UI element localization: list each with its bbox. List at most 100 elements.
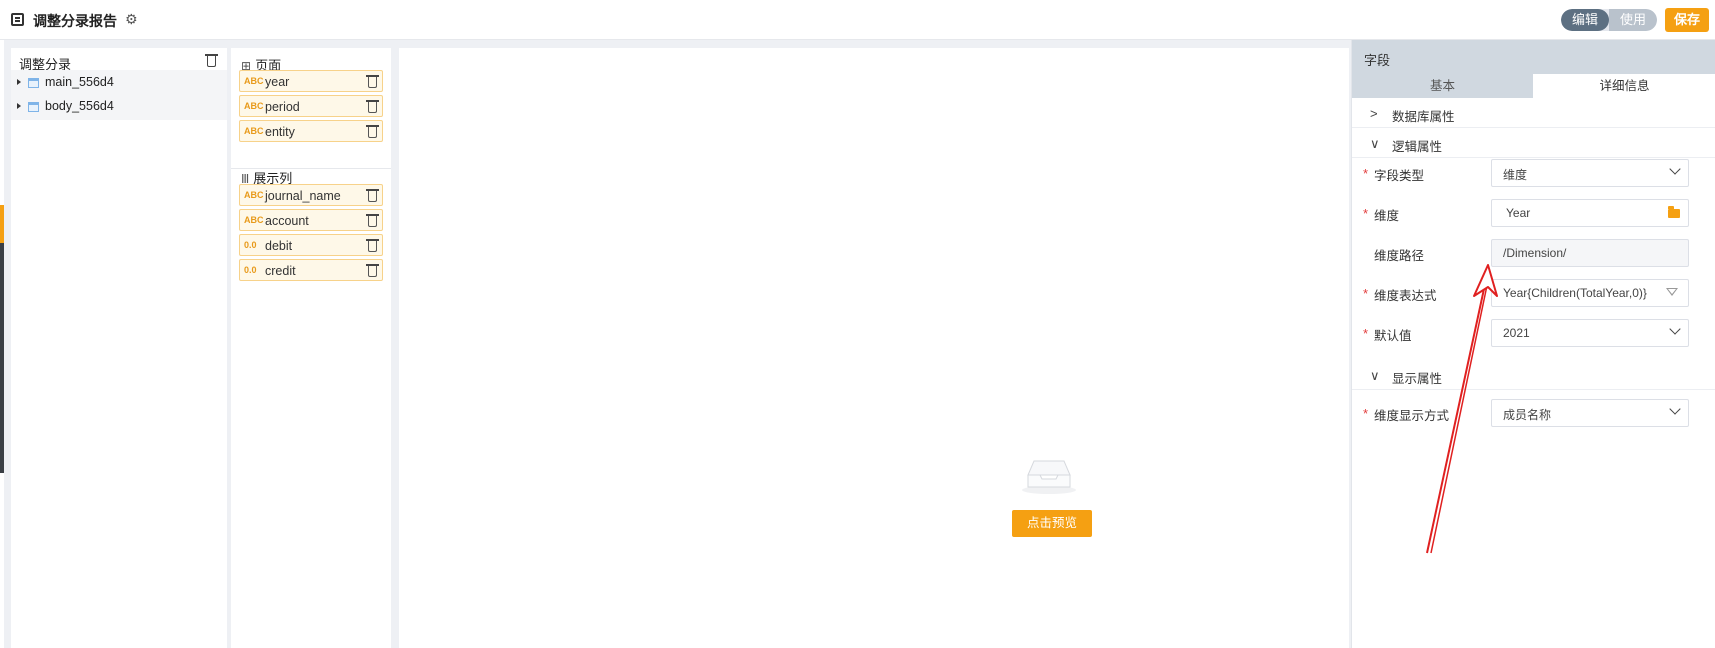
group-label: 数据库属性 [1392, 110, 1455, 124]
chevron-down-icon[interactable] [1669, 163, 1681, 175]
row-field-type: * 字段类型 维度 [1352, 159, 1715, 187]
text-type-icon: ABC [244, 101, 264, 111]
number-type-icon: 0.0 [244, 240, 257, 250]
top-bar: 调整分录报告 ⚙ 编辑 使用 保存 [0, 0, 1715, 40]
mode-edit-button[interactable]: 编辑 [1561, 9, 1609, 31]
row-dimension: * 维度 Year [1352, 199, 1715, 227]
table-icon [28, 78, 39, 88]
display-mode-select[interactable]: 成员名称 [1491, 399, 1689, 427]
report-icon [11, 13, 24, 26]
preview-button[interactable]: 点击预览 [1012, 510, 1092, 537]
display-mode-label: 维度显示方式 [1374, 409, 1450, 423]
display-mode-value: 成员名称 [1503, 408, 1552, 422]
required-marker: * [1363, 206, 1369, 221]
field-name: entity [265, 125, 295, 139]
row-dimension-path: 维度路径 /Dimension/ [1352, 239, 1715, 267]
properties-title: 字段 [1352, 40, 1715, 74]
text-type-icon: ABC [244, 126, 264, 136]
dimension-path-label: 维度路径 [1374, 249, 1425, 263]
trash-icon[interactable] [366, 75, 379, 88]
chevron-right-icon[interactable]: > [1370, 106, 1378, 121]
dimension-input[interactable]: Year [1491, 199, 1689, 227]
caret-right-icon[interactable] [17, 103, 21, 109]
column-field-credit[interactable]: 0.0 credit [239, 259, 383, 281]
row-display-mode: * 维度显示方式 成员名称 [1352, 399, 1715, 427]
default-value-select[interactable]: 2021 [1491, 319, 1689, 347]
save-button[interactable]: 保存 [1665, 8, 1709, 32]
required-marker: * [1363, 406, 1369, 421]
trash-icon[interactable] [366, 100, 379, 113]
table-icon [28, 102, 39, 112]
column-field-journal-name[interactable]: ABC journal_name [239, 184, 383, 206]
field-name: debit [265, 239, 293, 253]
column-field-debit[interactable]: 0.0 debit [239, 234, 383, 256]
required-marker: * [1363, 326, 1369, 341]
properties-panel: 字段 基本 详细信息 > 数据库属性 ∨ 逻辑属性 * 字段类型 维度 * 维度… [1351, 40, 1715, 648]
default-value-value: 2021 [1503, 326, 1530, 340]
page-field-entity[interactable]: ABC entity [239, 120, 383, 142]
tree-item-label: body_556d4 [45, 99, 114, 113]
sidebar-dark-strip [0, 243, 4, 473]
field-type-label: 字段类型 [1374, 169, 1425, 183]
column-field-account[interactable]: ABC account [239, 209, 383, 231]
page-title: 调整分录报告 [33, 13, 117, 29]
text-type-icon: ABC [244, 215, 264, 225]
page-field-period[interactable]: ABC period [239, 95, 383, 117]
chevron-down-icon[interactable] [1669, 323, 1681, 335]
dimension-path-value: /Dimension/ [1503, 246, 1567, 260]
required-marker: * [1363, 286, 1369, 301]
filter-icon[interactable] [1666, 288, 1678, 296]
left-edge-strip [0, 40, 4, 648]
fields-panel: ⊞ 页面 ABC year ABC period ABC entity Ⅲ 展示列 … [231, 48, 391, 648]
row-default-value: * 默认值 2021 [1352, 319, 1715, 347]
trash-icon[interactable] [205, 54, 218, 67]
mode-use-button[interactable]: 使用 [1609, 9, 1657, 31]
chevron-down-icon[interactable]: ∨ [1370, 368, 1380, 384]
empty-inbox-icon [1022, 460, 1076, 494]
page-field-year[interactable]: ABC year [239, 70, 383, 92]
chevron-down-icon[interactable] [1669, 403, 1681, 415]
caret-right-icon[interactable] [17, 79, 21, 85]
trash-icon[interactable] [366, 239, 379, 252]
dimension-label: 维度 [1374, 209, 1400, 223]
row-dimension-expression: * 维度表达式 Year{Children(TotalYear,0)} [1352, 279, 1715, 307]
group-logic-properties[interactable]: ∨ 逻辑属性 [1352, 128, 1715, 158]
properties-tabs: 基本 详细信息 [1352, 74, 1715, 98]
trash-icon[interactable] [366, 189, 379, 202]
tab-detail[interactable]: 详细信息 [1533, 74, 1715, 98]
group-label: 显示属性 [1392, 372, 1443, 386]
field-type-value: 维度 [1503, 168, 1528, 182]
tree-item-label: main_556d4 [45, 75, 114, 89]
tab-basic[interactable]: 基本 [1352, 74, 1533, 98]
dataset-tree-panel: 调整分录 main_556d4 body_556d4 [11, 48, 227, 648]
field-name: account [265, 214, 309, 228]
field-name: credit [265, 264, 296, 278]
trash-icon[interactable] [366, 264, 379, 277]
number-type-icon: 0.0 [244, 265, 257, 275]
field-name: journal_name [265, 189, 341, 203]
text-type-icon: ABC [244, 76, 264, 86]
dimension-path-input: /Dimension/ [1491, 239, 1689, 267]
field-type-select[interactable]: 维度 [1491, 159, 1689, 187]
active-marker [0, 205, 4, 243]
folder-icon[interactable] [1668, 206, 1680, 218]
default-value-label: 默认值 [1374, 329, 1412, 343]
dimension-expression-input[interactable]: Year{Children(TotalYear,0)} [1491, 279, 1689, 307]
dimension-value: Year [1506, 206, 1531, 220]
chevron-down-icon[interactable]: ∨ [1370, 136, 1380, 152]
group-label: 逻辑属性 [1392, 140, 1443, 154]
dimension-expression-value: Year{Children(TotalYear,0)} [1503, 286, 1647, 300]
tree-item-body[interactable]: body_556d4 [11, 94, 227, 120]
text-type-icon: ABC [244, 190, 264, 200]
dimension-expression-label: 维度表达式 [1374, 289, 1437, 303]
mode-switch[interactable]: 编辑 使用 [1561, 9, 1657, 31]
group-display-properties[interactable]: ∨ 显示属性 [1352, 360, 1715, 390]
report-canvas: 点击预览 [399, 48, 1349, 648]
tree-item-main[interactable]: main_556d4 [11, 70, 227, 96]
group-database-properties[interactable]: > 数据库属性 [1352, 98, 1715, 128]
field-name: period [265, 100, 300, 114]
trash-icon[interactable] [366, 214, 379, 227]
trash-icon[interactable] [366, 125, 379, 138]
required-marker: * [1363, 166, 1369, 181]
gear-icon[interactable]: ⚙ [125, 11, 138, 28]
